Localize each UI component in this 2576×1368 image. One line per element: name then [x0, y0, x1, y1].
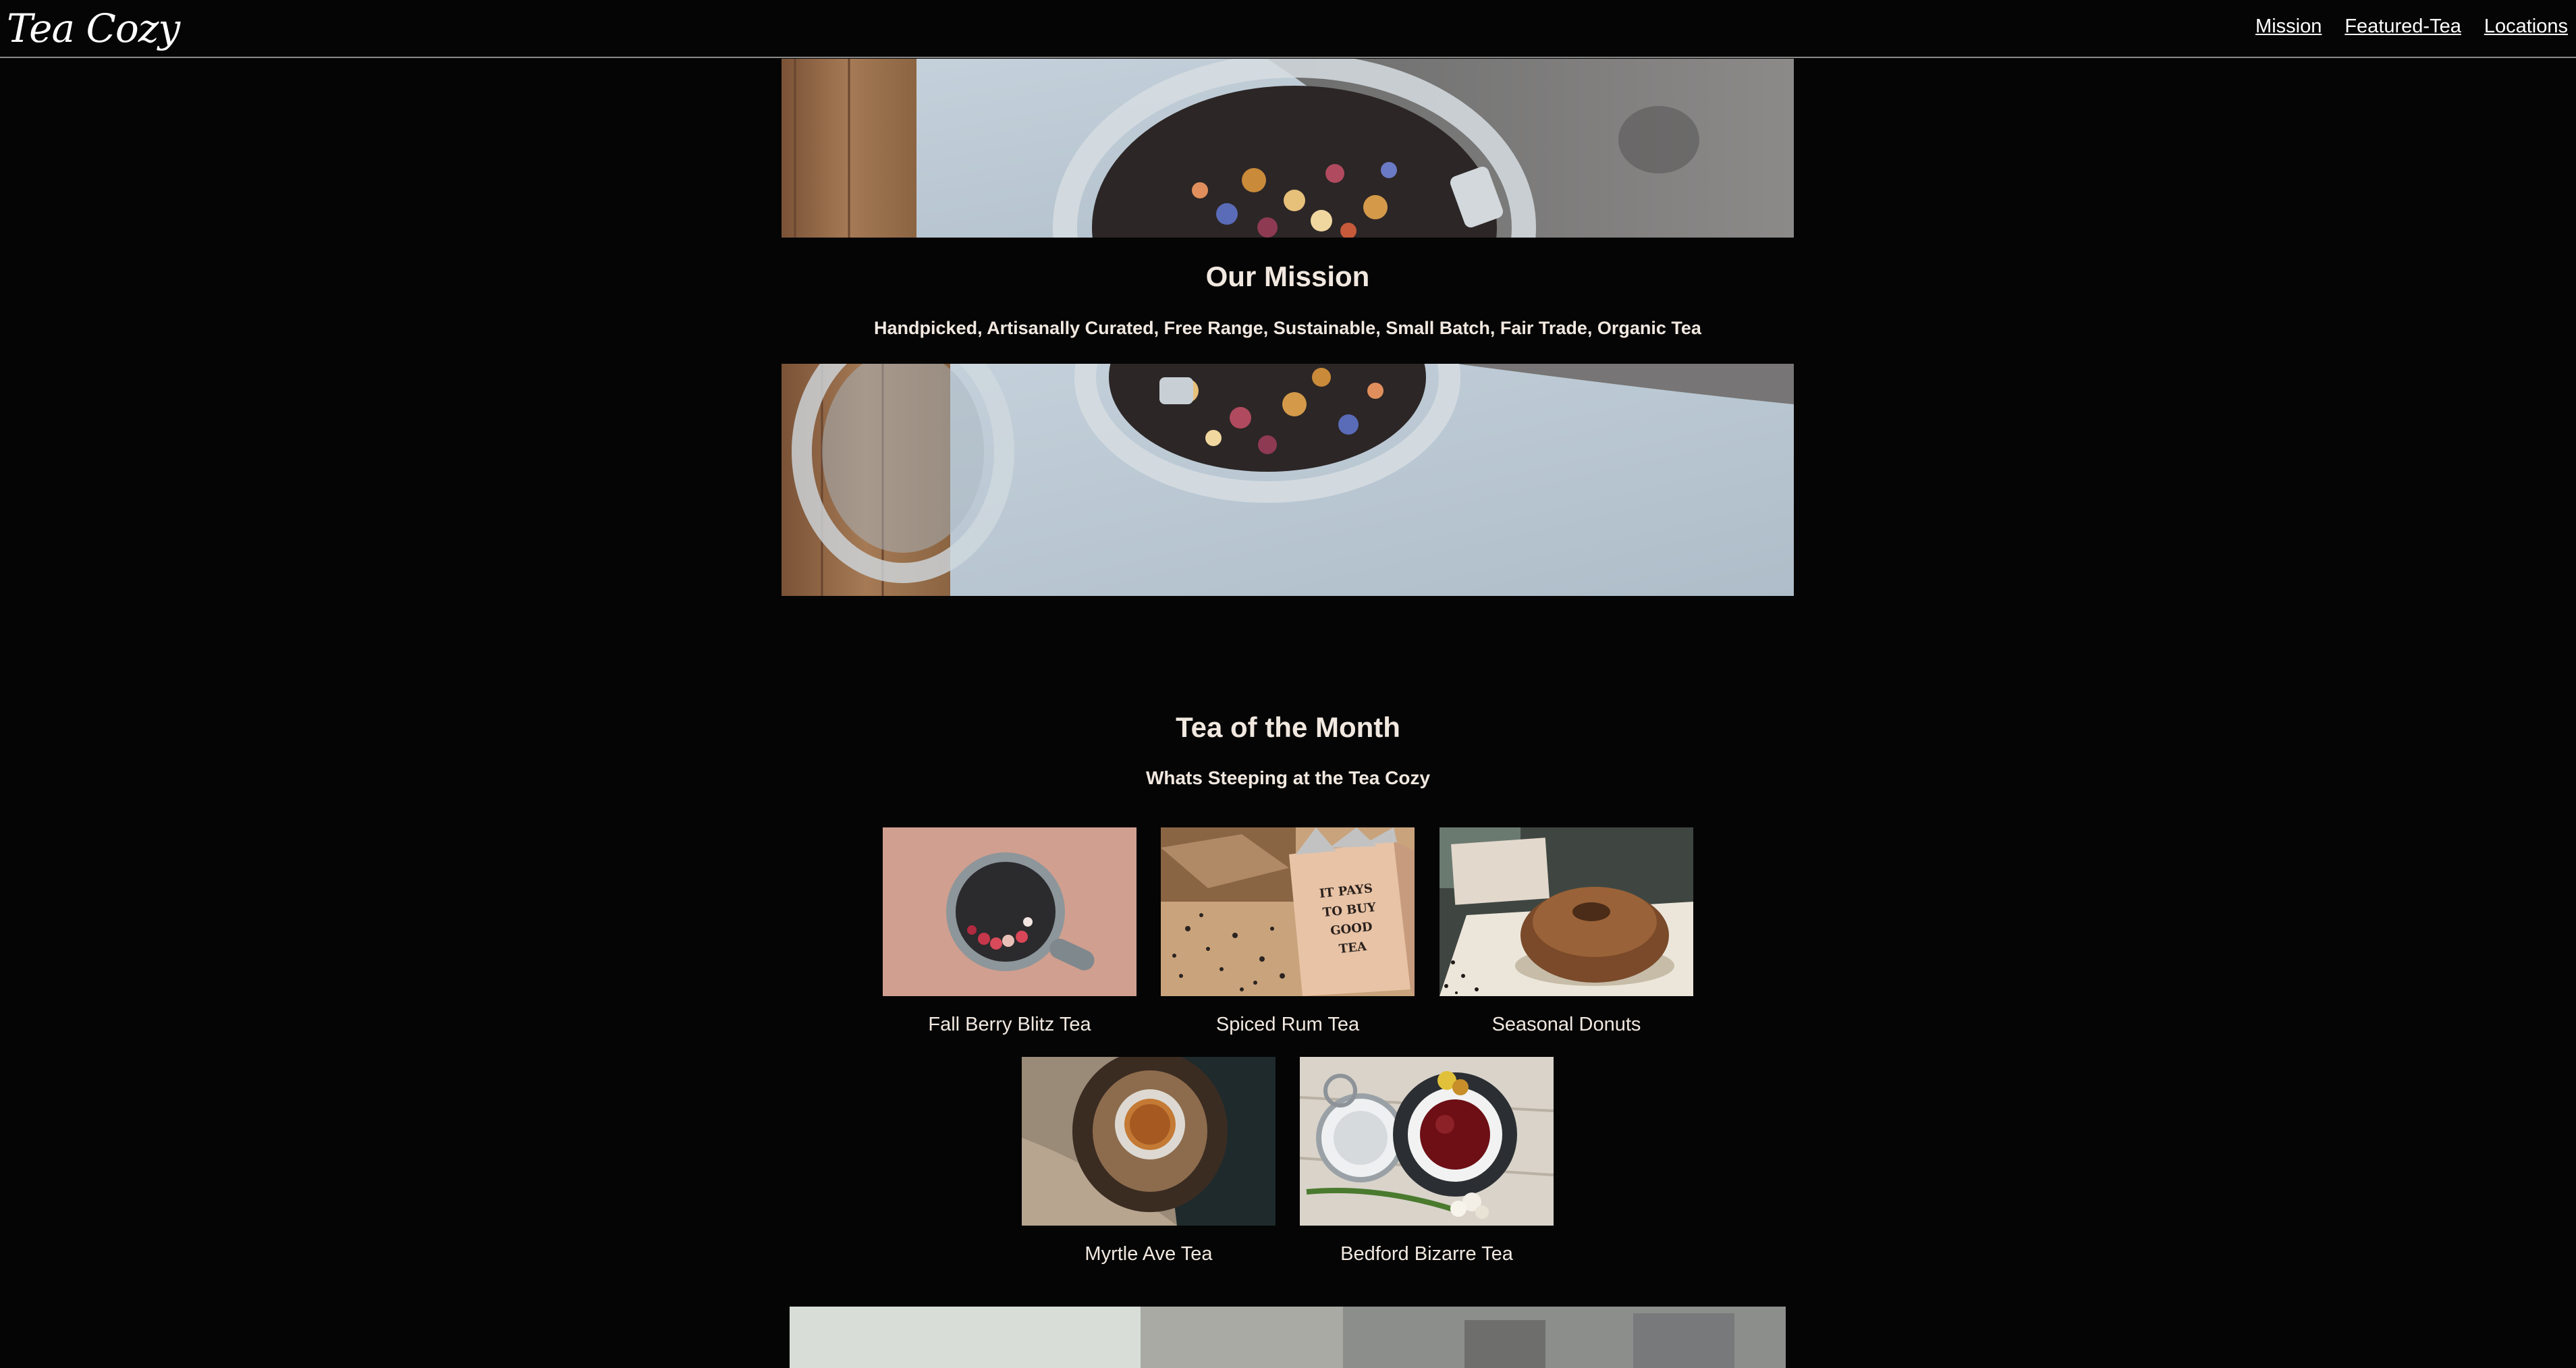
tea-jar-photo-icon: [782, 364, 1794, 596]
tea-card-caption: Fall Berry Blitz Tea: [928, 1014, 1091, 1035]
mission-subtitle: Handpicked, Artisanally Curated, Free Ra…: [874, 318, 1701, 338]
nav-link-locations[interactable]: Locations: [2484, 13, 2568, 39]
tea-jar-photo-icon: [782, 59, 1794, 238]
main-nav: Mission Featured-Tea Locations: [2255, 13, 2568, 39]
donut-image-icon: [1440, 827, 1693, 996]
tea-card-myrtle-ave[interactable]: Myrtle Ave Tea: [1022, 1057, 1276, 1267]
site-logo[interactable]: Tea Cozy: [7, 3, 180, 54]
mission-title: Our Mission: [1205, 261, 1370, 292]
myrtle-tea-image-icon: [1022, 1057, 1276, 1226]
box-text-line-4: TEA: [1338, 939, 1368, 956]
bedford-tea-image-icon: [1300, 1057, 1554, 1226]
tea-of-month-subtitle: Whats Steeping at the Tea Cozy: [1145, 767, 1431, 788]
tea-card-fall-berry-blitz[interactable]: Fall Berry Blitz Tea: [883, 827, 1136, 1038]
tea-card-spiced-rum[interactable]: IT PAYS TO BUY GOOD TEA Spiced Rum Tea: [1161, 827, 1415, 1038]
tea-card-caption: Spiced Rum Tea: [1215, 1014, 1360, 1035]
nav-link-featured-tea[interactable]: Featured-Tea: [2345, 13, 2461, 39]
tea-card-seasonal-donuts[interactable]: Seasonal Donuts: [1440, 827, 1693, 1038]
top-navigation-bar: Tea Cozy Mission Featured-Tea Locations: [0, 0, 2576, 58]
tea-card-bedford-bizarre[interactable]: Bedford Bizarre Tea: [1300, 1057, 1554, 1267]
tea-card-caption: Myrtle Ave Tea: [1085, 1243, 1213, 1265]
berry-tea-image-icon: [883, 827, 1136, 996]
tea-card-caption: Seasonal Donuts: [1491, 1014, 1641, 1035]
locations-hero-image: [790, 1307, 1786, 1368]
nav-link-mission[interactable]: Mission: [2255, 13, 2322, 39]
mission-hero-image-bottom: [782, 364, 1794, 596]
storefront-photo-icon: [790, 1307, 1786, 1368]
tea-of-month-title: Tea of the Month: [1176, 711, 1400, 743]
mission-hero-image-top: [782, 59, 1794, 238]
tea-card-caption: Bedford Bizarre Tea: [1340, 1243, 1513, 1265]
spiced-rum-tea-image-icon: IT PAYS TO BUY GOOD TEA: [1161, 827, 1415, 996]
